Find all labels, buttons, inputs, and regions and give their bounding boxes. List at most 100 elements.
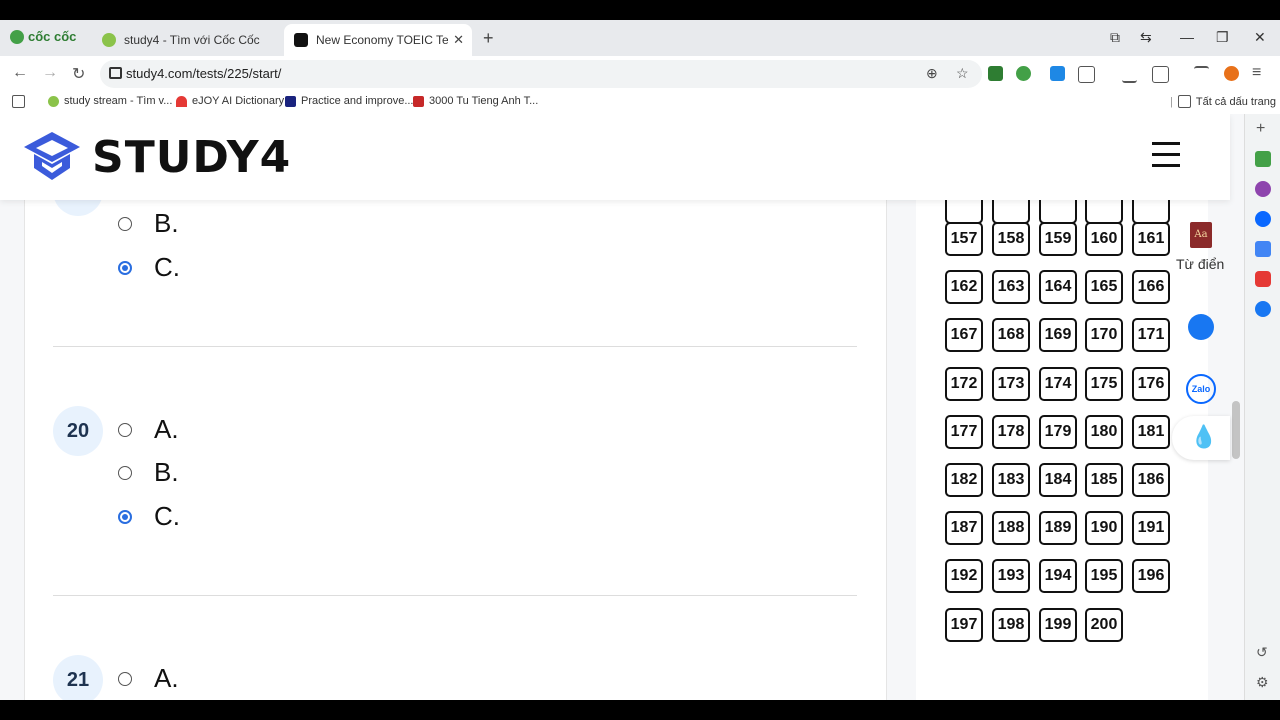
bookmark-item[interactable]: study stream - Tìm v... [48, 95, 172, 107]
add-sidebar-icon[interactable]: + [1256, 120, 1265, 138]
close-window-button[interactable]: ✕ [1254, 29, 1266, 46]
question-nav-button[interactable]: 159 [1039, 222, 1077, 256]
settings-gear-icon[interactable]: ⚙ [1256, 674, 1269, 691]
question-nav-button[interactable]: 177 [945, 414, 983, 449]
radio-button[interactable] [118, 671, 132, 686]
question-nav-button[interactable]: 190 [1085, 511, 1123, 546]
back-button[interactable]: ← [12, 64, 28, 82]
dictionary-book-icon[interactable]: Aa [1190, 222, 1212, 248]
question-nav-button[interactable]: 163 [992, 270, 1030, 305]
profile-avatar[interactable] [1224, 66, 1239, 81]
ai-icon[interactable] [1255, 151, 1271, 167]
sparkle-drop-button[interactable]: 💧 [1172, 416, 1230, 460]
question-nav-button[interactable]: 188 [992, 511, 1030, 546]
zalo-icon[interactable]: Zalo [1186, 374, 1216, 404]
radio-button[interactable] [118, 216, 132, 231]
question-nav-button[interactable]: 172 [945, 366, 983, 401]
question-nav-button[interactable]: 176 [1132, 366, 1170, 401]
bookmark-item[interactable]: Practice and improve... [285, 95, 414, 107]
question-nav-button[interactable]: 175 [1085, 366, 1123, 401]
split-view-icon[interactable] [1152, 66, 1169, 83]
history-icon[interactable]: ↺ [1256, 644, 1268, 661]
drop-extension-icon[interactable] [1050, 66, 1065, 81]
question-nav-button[interactable]: 199 [1039, 607, 1077, 642]
question-nav-button[interactable]: 200 [1085, 607, 1123, 642]
translate-icon[interactable] [1255, 241, 1271, 257]
bookmark-item[interactable]: eJOY AI Dictionary [176, 95, 284, 107]
question-nav-button[interactable]: 197 [945, 607, 983, 642]
question-nav-button[interactable]: 192 [945, 559, 983, 594]
question-nav-button[interactable]: 160 [1085, 222, 1123, 256]
study4-logo[interactable]: STUDY4 [22, 130, 291, 184]
minimize-button[interactable]: — [1180, 29, 1194, 45]
question-nav-button[interactable]: 185 [1085, 463, 1123, 497]
question-nav-button[interactable]: 187 [945, 511, 983, 546]
zalo-rail-icon[interactable] [1255, 211, 1271, 227]
question-nav-button[interactable]: 195 [1085, 559, 1123, 594]
question-nav-button[interactable]: 166 [1132, 270, 1170, 305]
question-nav-button[interactable]: 196 [1132, 559, 1170, 594]
answer-option[interactable]: C. [118, 501, 180, 532]
question-nav-button[interactable]: 186 [1132, 463, 1170, 497]
question-nav-button[interactable]: 174 [1039, 366, 1077, 401]
answer-option[interactable]: A. [118, 414, 179, 445]
restore-button[interactable]: ❐ [1216, 29, 1229, 46]
dictionary-label[interactable]: Từ điển [1176, 256, 1224, 272]
question-nav-button[interactable]: 162 [945, 270, 983, 305]
address-bar[interactable]: study4.com/tests/225/start/ ⊕ ☆ [100, 60, 982, 88]
download-extension-icon[interactable] [1016, 66, 1031, 81]
shield-extension-icon[interactable] [988, 66, 1003, 81]
question-nav-button[interactable]: 165 [1085, 270, 1123, 305]
radio-button-selected[interactable] [118, 260, 132, 275]
radio-button-selected[interactable] [118, 509, 132, 524]
browser-brand[interactable]: cốc cốc [10, 29, 76, 44]
downloads-icon[interactable] [1122, 66, 1137, 83]
question-nav-button[interactable]: 173 [992, 366, 1030, 401]
question-nav-button[interactable]: 194 [1039, 559, 1077, 594]
question-nav-button[interactable]: 198 [992, 607, 1030, 642]
back-forward-cache-icon[interactable]: ⇆ [1140, 29, 1152, 46]
question-nav-button[interactable]: 171 [1132, 318, 1170, 353]
hamburger-menu-icon[interactable] [1152, 142, 1180, 168]
messenger-rail-icon[interactable] [1255, 181, 1271, 197]
question-nav-button[interactable]: 191 [1132, 511, 1170, 546]
youtube-icon[interactable] [1255, 271, 1271, 287]
apps-icon[interactable] [12, 95, 25, 108]
question-nav-button[interactable]: 189 [1039, 511, 1077, 546]
answer-option[interactable]: B. [118, 208, 179, 239]
menu-icon[interactable]: ≡ [1252, 64, 1261, 82]
close-tab-icon[interactable]: ✕ [453, 32, 464, 48]
tab-search[interactable]: study4 - Tìm với Cốc Cốc [92, 24, 282, 56]
question-nav-button[interactable]: 167 [945, 318, 983, 353]
question-nav-button[interactable]: 181 [1132, 414, 1170, 449]
question-nav-button[interactable]: 161 [1132, 222, 1170, 256]
question-nav-button[interactable]: 157 [945, 222, 983, 256]
bookmark-item[interactable]: 3000 Tu Tieng Anh T... [413, 95, 538, 107]
messenger-icon[interactable] [1188, 314, 1214, 340]
radio-button[interactable] [118, 422, 132, 437]
zoom-icon[interactable]: ⊕ [926, 65, 938, 82]
question-nav-button[interactable]: 183 [992, 463, 1030, 497]
question-nav-button[interactable]: 164 [1039, 270, 1077, 305]
question-nav-button[interactable]: 179 [1039, 414, 1077, 449]
screen-capture-icon[interactable]: ⧉ [1110, 29, 1120, 46]
new-tab-button[interactable]: + [483, 28, 494, 49]
question-nav-button[interactable]: 169 [1039, 318, 1077, 353]
media-control-icon[interactable] [1194, 66, 1209, 83]
question-nav-button[interactable]: 182 [945, 463, 983, 497]
answer-option[interactable]: B. [118, 457, 179, 488]
reload-button[interactable]: ↻ [72, 64, 85, 84]
scrollbar-thumb[interactable] [1232, 401, 1240, 459]
all-bookmarks[interactable]: | Tất cả dấu trang [1170, 95, 1276, 108]
question-nav-button[interactable]: 168 [992, 318, 1030, 353]
bookmark-star-icon[interactable]: ☆ [956, 65, 969, 82]
question-nav-button[interactable]: 180 [1085, 414, 1123, 449]
facebook-icon[interactable] [1255, 301, 1271, 317]
question-nav-button[interactable]: 184 [1039, 463, 1077, 497]
answer-option[interactable]: A. [118, 663, 179, 694]
question-nav-button[interactable]: 178 [992, 414, 1030, 449]
question-nav-button[interactable]: 170 [1085, 318, 1123, 353]
answer-option[interactable]: C. [118, 252, 180, 283]
question-nav-button[interactable]: 158 [992, 222, 1030, 256]
radio-button[interactable] [118, 465, 132, 480]
